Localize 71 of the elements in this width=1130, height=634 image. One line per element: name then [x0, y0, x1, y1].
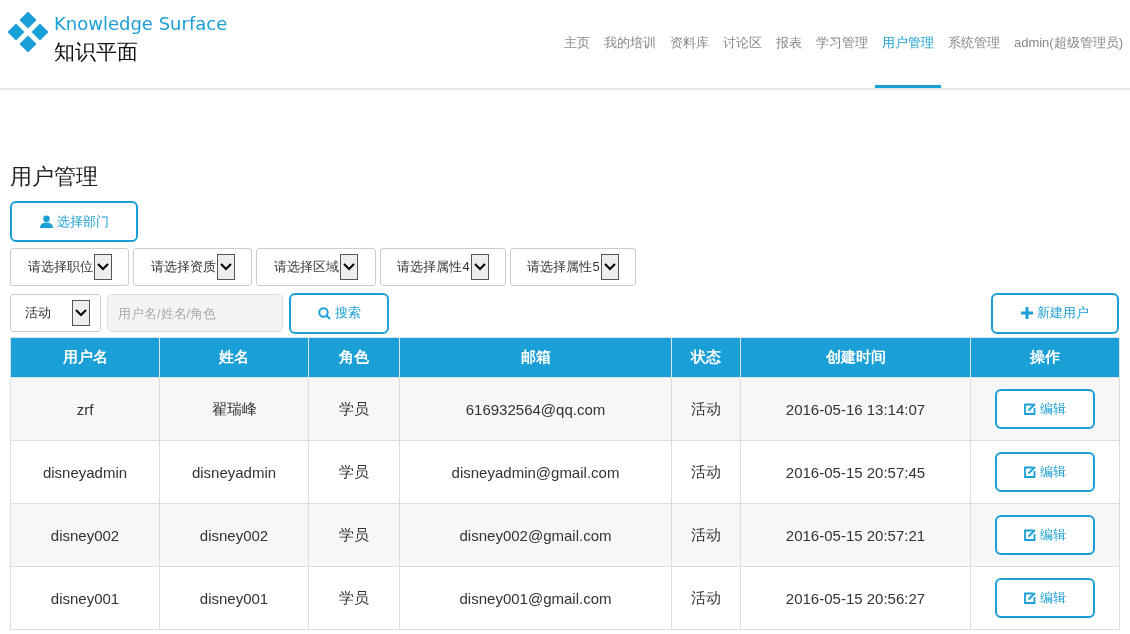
diamond-logo-icon — [8, 12, 48, 52]
edit-button[interactable]: 编辑 — [995, 389, 1095, 429]
column-header: 姓名 — [159, 337, 309, 378]
table-cell: 活动 — [671, 377, 741, 441]
column-header: 操作 — [970, 337, 1120, 378]
dropdown-value: 请选择资质 — [150, 258, 216, 276]
table-cell: 616932564@qq.com — [399, 377, 672, 441]
dropdown-value: 请选择属性5 — [527, 258, 600, 276]
table-cell: disneyadmin — [10, 440, 160, 504]
table-cell: 2016-05-15 20:57:45 — [740, 440, 971, 504]
search-button[interactable]: 搜索 — [289, 292, 389, 334]
dropdown-value: 请选择属性4 — [397, 258, 470, 276]
dropdown[interactable]: 请选择属性5 — [510, 248, 636, 286]
person-icon — [39, 215, 53, 228]
column-header: 状态 — [671, 337, 741, 378]
nav-link[interactable]: 讨论区 — [715, 0, 769, 88]
table-cell: 学员 — [308, 440, 400, 504]
column-header: 邮箱 — [399, 337, 672, 378]
search-icon — [317, 306, 331, 320]
status-dropdown[interactable]: 活动 — [10, 294, 101, 332]
dropdown[interactable]: 请选择资质 — [133, 248, 252, 286]
edit-button[interactable]: 编辑 — [995, 452, 1095, 492]
new-user-button[interactable]: 新建用户 — [991, 292, 1119, 334]
table-cell: disney001 — [10, 566, 160, 630]
nav-link[interactable]: 系统管理 — [940, 0, 1007, 88]
table-cell: 翟瑞峰 — [159, 377, 309, 441]
edit-button[interactable]: 编辑 — [995, 515, 1095, 555]
nav-link[interactable]: admin(超级管理员) — [1006, 0, 1130, 88]
nav-link[interactable]: 学习管理 — [808, 0, 875, 88]
dropdown[interactable]: 请选择区域 — [256, 248, 376, 286]
dropdown[interactable]: 请选择属性4 — [380, 248, 506, 286]
table-cell: disney001 — [159, 566, 309, 630]
edit-icon — [1024, 403, 1036, 415]
dropdown-value: 请选择区域 — [274, 258, 339, 276]
table-cell: 活动 — [671, 566, 741, 630]
table-cell: 学员 — [308, 377, 400, 441]
nav-link[interactable]: 用户管理 — [874, 0, 941, 88]
table-cell: 活动 — [671, 440, 741, 504]
edit-button[interactable]: 编辑 — [995, 578, 1095, 618]
column-header: 用户名 — [10, 337, 160, 378]
table-cell: disneyadmin — [159, 440, 309, 504]
table-cell: zrf — [10, 377, 160, 441]
plus-icon — [1021, 307, 1033, 319]
column-header: 角色 — [308, 337, 400, 378]
edit-icon — [1024, 466, 1036, 478]
nav-link[interactable]: 资料库 — [662, 0, 716, 88]
page-title: 用户管理 — [10, 163, 99, 191]
table-cell: 2016-05-15 20:57:21 — [740, 503, 971, 567]
nav-link[interactable]: 我的培训 — [596, 0, 663, 88]
table-cell: 学员 — [308, 566, 400, 630]
select-department-button[interactable]: 选择部门 — [10, 201, 138, 242]
logo-title: Knowledge Surface — [54, 12, 228, 36]
table-cell: 学员 — [308, 503, 400, 567]
nav-link[interactable]: 主页 — [556, 0, 597, 88]
table-cell: disney002@gmail.com — [399, 503, 672, 567]
dropdown-value: 请选择职位 — [27, 258, 93, 276]
nav-link[interactable]: 报表 — [768, 0, 809, 88]
edit-icon — [1024, 529, 1036, 541]
table-cell: disney002 — [159, 503, 309, 567]
column-header: 创建时间 — [740, 337, 971, 378]
table-cell: disney002 — [10, 503, 160, 567]
search-field[interactable]: 用户名/姓名/角色 — [107, 294, 283, 332]
dropdown-value: 活动 — [25, 304, 51, 322]
table-cell: 2016-05-15 20:56:27 — [740, 566, 971, 630]
table-cell: disneyadmin@gmail.com — [399, 440, 672, 504]
dropdown[interactable]: 请选择职位 — [10, 248, 129, 286]
logo-subtitle: 知识平面 — [54, 39, 139, 65]
table-cell: 2016-05-16 13:14:07 — [740, 377, 971, 441]
edit-icon — [1024, 592, 1036, 604]
table-cell: disney001@gmail.com — [399, 566, 672, 630]
table-cell: 活动 — [671, 503, 741, 567]
